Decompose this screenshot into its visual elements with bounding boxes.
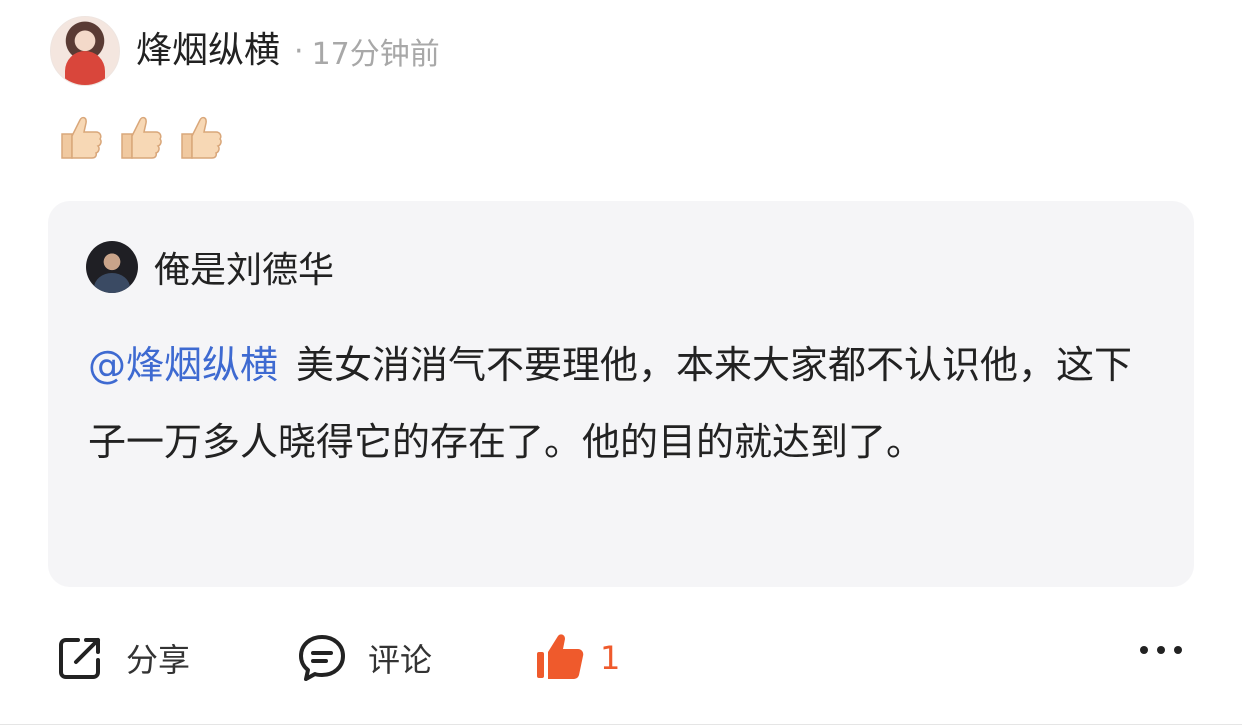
post-content-emojis — [52, 110, 224, 164]
quoted-author-avatar[interactable] — [86, 241, 138, 293]
thumbs-up-emoji-icon — [181, 116, 222, 159]
more-dot-icon — [1140, 646, 1148, 654]
share-button[interactable]: 分享 — [54, 620, 190, 696]
quoted-author-name[interactable]: 俺是刘德华 — [154, 241, 334, 293]
comment-button[interactable]: 评论 — [296, 620, 432, 696]
more-options-button[interactable] — [1140, 646, 1182, 654]
author-name[interactable]: 烽烟纵横 — [136, 33, 280, 69]
meta-separator: · — [294, 33, 304, 69]
post-header: 烽烟纵横 · 17分钟前 — [50, 16, 440, 86]
comment-icon — [299, 635, 345, 681]
action-bar: 分享 评论 1 — [0, 620, 1242, 700]
like-count: 1 — [600, 639, 621, 677]
share-label: 分享 — [126, 641, 191, 679]
author-avatar[interactable] — [50, 16, 120, 86]
thumbs-up-emoji-icon — [121, 116, 162, 159]
mention-link[interactable]: @烽烟纵横 — [88, 343, 278, 387]
quoted-text: @烽烟纵横 美女消消气不要理他，本来大家都不认识他，这下子一万多人晓得它的存在了。… — [88, 327, 1158, 481]
thumbs-up-filled-icon — [537, 634, 584, 679]
more-dot-icon — [1174, 646, 1182, 654]
more-dot-icon — [1157, 646, 1165, 654]
like-button[interactable]: 1 — [534, 620, 620, 696]
quoted-reply-card[interactable]: 俺是刘德华 @烽烟纵横 美女消消气不要理他，本来大家都不认识他，这下子一万多人晓得… — [48, 201, 1194, 587]
thumbs-up-emoji-icon — [61, 116, 102, 159]
divider — [0, 724, 1242, 725]
comment-label: 评论 — [368, 641, 433, 679]
post-time: 17分钟前 — [311, 37, 440, 72]
quoted-author: 俺是刘德华 — [86, 241, 334, 293]
share-icon — [59, 638, 100, 679]
